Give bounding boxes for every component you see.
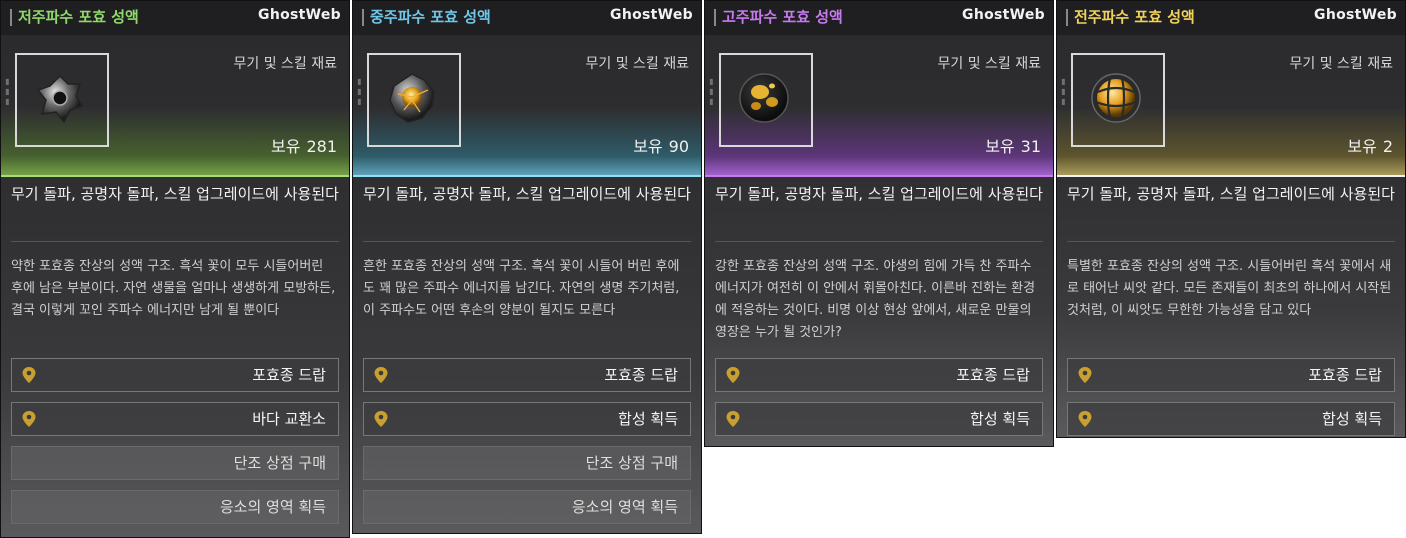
source-label: 포효종 드랍 <box>956 366 1030 384</box>
source-button-exchange[interactable]: 바다 교환소 <box>11 402 339 436</box>
acquire-source-list: 포효종 드랍 합성 획득 <box>1057 358 1405 436</box>
frame-side-marks: ▮▮▮ <box>707 77 716 107</box>
source-label: 합성 획득 <box>618 410 678 428</box>
frame-side-marks: ▮▮▮ <box>3 77 12 107</box>
high-frequency-fluid-icon <box>739 73 789 123</box>
owned-value: 281 <box>306 137 337 156</box>
acquire-source-list: 포효종 드랍 바다 교환소 단조 상점 구매 응소의 영역 획득 <box>1 358 349 524</box>
location-pin-icon <box>22 367 36 383</box>
rarity-bar <box>1057 175 1405 177</box>
owned-label: 보유 <box>1347 137 1377 156</box>
source-label: 응소의 영역 획득 <box>219 498 326 516</box>
source-label: 포효종 드랍 <box>252 366 326 384</box>
item-type: 무기 및 스킬 재료 <box>233 56 337 72</box>
rarity-bar <box>353 175 701 177</box>
source-button-drop[interactable]: 포효종 드랍 <box>715 358 1043 392</box>
item-hero: ▮▮▮ 무기 및 스킬 재료 보유 31 <box>705 35 1053 177</box>
source-label: 포효종 드랍 <box>604 366 678 384</box>
source-button-domain[interactable]: 응소의 영역 획득 <box>363 490 691 524</box>
source-label: 바다 교환소 <box>252 410 326 428</box>
source-label: 단조 상점 구매 <box>233 454 326 472</box>
source-button-domain[interactable]: 응소의 영역 획득 <box>11 490 339 524</box>
item-type: 무기 및 스킬 재료 <box>585 56 689 72</box>
owned-count: 보유 281 <box>265 133 337 157</box>
source-button-synthesis[interactable]: 합성 획득 <box>1067 402 1395 436</box>
source-button-drop[interactable]: 포효종 드랍 <box>363 358 691 392</box>
owned-value: 90 <box>668 137 689 156</box>
owned-value: 31 <box>1020 137 1041 156</box>
location-pin-icon <box>726 367 740 383</box>
source-label: 합성 획득 <box>1322 410 1382 428</box>
item-description: 약한 포효종 잔상의 성액 구조. 흑석 꽃이 모두 시들어버린 후에 남은 부… <box>11 259 336 318</box>
item-usage: 무기 돌파, 공명자 돌파, 스킬 업그레이드에 사용된다 <box>11 185 339 203</box>
watermark: GhostWeb <box>1314 7 1397 23</box>
item-description: 강한 포효종 잔상의 성액 구조. 야생의 힘에 가득 찬 주파수 에너지가 여… <box>715 259 1036 340</box>
item-card-high-frequency: 고주파수 포효 성액 GhostWeb ▮▮▮ 무기 및 스킬 재료 보유 31 … <box>704 0 1054 447</box>
location-pin-icon <box>22 411 36 427</box>
card-header: 저주파수 포효 성액 GhostWeb <box>1 1 349 35</box>
item-usage: 무기 돌파, 공명자 돌파, 스킬 업그레이드에 사용된다 <box>363 185 691 203</box>
location-pin-icon <box>1078 367 1092 383</box>
card-header: 고주파수 포효 성액 GhostWeb <box>705 1 1053 35</box>
item-description: 특별한 포효종 잔상의 성액 구조. 시들어버린 흑석 꽃에서 새로 태어난 씨… <box>1067 259 1392 318</box>
source-label: 포효종 드랍 <box>1308 366 1382 384</box>
mid-frequency-fluid-icon <box>389 73 435 123</box>
location-pin-icon <box>1078 411 1092 427</box>
card-header: 중주파수 포효 성액 GhostWeb <box>353 1 701 35</box>
owned-label: 보유 <box>985 137 1015 156</box>
item-description: 흔한 포효종 잔상의 성액 구조. 흑석 꽃이 시들어 버린 후에도 꽤 많은 … <box>363 259 680 318</box>
location-pin-icon <box>374 367 388 383</box>
source-label: 합성 획득 <box>970 410 1030 428</box>
item-title: 고주파수 포효 성액 <box>714 9 843 26</box>
item-type: 무기 및 스킬 재료 <box>937 56 1041 72</box>
watermark: GhostWeb <box>962 7 1045 23</box>
source-button-synthesis[interactable]: 합성 획득 <box>715 402 1043 436</box>
source-label: 단조 상점 구매 <box>585 454 678 472</box>
location-pin-icon <box>726 411 740 427</box>
owned-value: 2 <box>1382 137 1393 156</box>
item-title: 중주파수 포효 성액 <box>362 9 491 26</box>
item-card-mid-frequency: 중주파수 포효 성액 GhostWeb ▮▮▮ 무기 및 스킬 재료 보유 90 … <box>352 0 702 534</box>
frame-side-marks: ▮▮▮ <box>1059 77 1068 107</box>
item-hero: ▮▮▮ 무기 및 스킬 재료 보유 90 <box>353 35 701 177</box>
rarity-bar <box>705 175 1053 177</box>
item-card-full-frequency: 전주파수 포효 성액 GhostWeb ▮▮▮ 무기 및 스킬 재료 보유 2 무… <box>1056 0 1406 438</box>
owned-label: 보유 <box>633 137 663 156</box>
source-button-drop[interactable]: 포효종 드랍 <box>1067 358 1395 392</box>
full-frequency-fluid-icon <box>1091 73 1141 123</box>
item-hero: ▮▮▮ 무기 및 스킬 재료 보유 281 <box>1 35 349 177</box>
low-frequency-fluid-icon <box>36 74 84 124</box>
rarity-bar <box>1 175 349 177</box>
item-usage: 무기 돌파, 공명자 돌파, 스킬 업그레이드에 사용된다 <box>1067 185 1395 203</box>
acquire-source-list: 포효종 드랍 합성 획득 <box>705 358 1053 436</box>
owned-count: 보유 2 <box>1341 133 1393 157</box>
source-label: 응소의 영역 획득 <box>571 498 678 516</box>
acquire-source-list: 포효종 드랍 합성 획득 단조 상점 구매 응소의 영역 획득 <box>353 358 701 524</box>
watermark: GhostWeb <box>610 7 693 23</box>
location-pin-icon <box>374 411 388 427</box>
source-button-shop[interactable]: 단조 상점 구매 <box>363 446 691 480</box>
item-title: 저주파수 포효 성액 <box>10 9 139 26</box>
item-title: 전주파수 포효 성액 <box>1066 9 1195 26</box>
owned-count: 보유 31 <box>979 133 1041 157</box>
watermark: GhostWeb <box>258 7 341 23</box>
source-button-shop[interactable]: 단조 상점 구매 <box>11 446 339 480</box>
source-button-synthesis[interactable]: 합성 획득 <box>363 402 691 436</box>
item-card-low-frequency: 저주파수 포효 성액 GhostWeb ▮▮▮ 무기 및 스킬 재료 보유 281… <box>0 0 350 538</box>
owned-label: 보유 <box>271 137 301 156</box>
source-button-drop[interactable]: 포효종 드랍 <box>11 358 339 392</box>
card-header: 전주파수 포효 성액 GhostWeb <box>1057 1 1405 35</box>
item-type: 무기 및 스킬 재료 <box>1289 56 1393 72</box>
owned-count: 보유 90 <box>627 133 689 157</box>
frame-side-marks: ▮▮▮ <box>355 77 364 107</box>
item-usage: 무기 돌파, 공명자 돌파, 스킬 업그레이드에 사용된다 <box>715 185 1043 203</box>
item-hero: ▮▮▮ 무기 및 스킬 재료 보유 2 <box>1057 35 1405 177</box>
